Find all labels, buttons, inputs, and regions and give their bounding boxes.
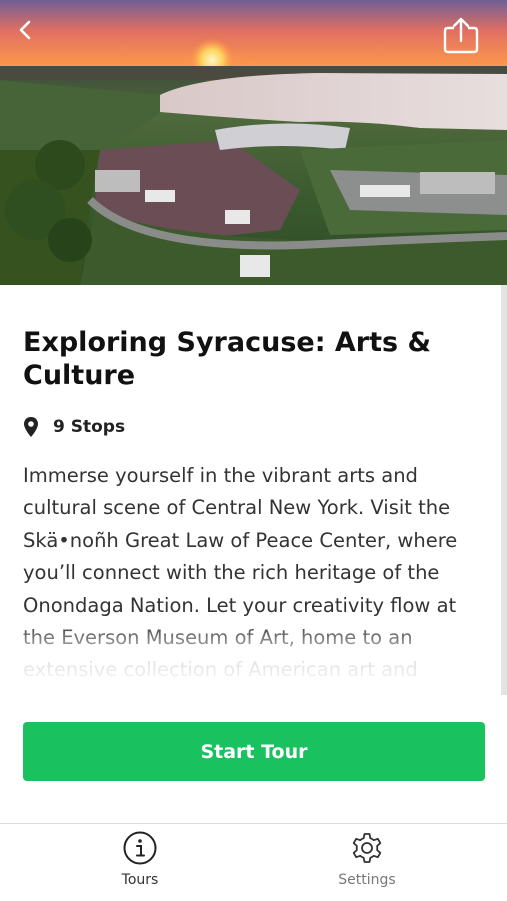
map-pin-icon <box>24 417 38 437</box>
tour-description: Immerse yourself in the vibrant arts and… <box>23 460 493 692</box>
share-button[interactable] <box>441 16 485 58</box>
chevron-left-icon <box>19 20 31 40</box>
stops-label: 9 Stops <box>53 417 126 437</box>
hero-illustration <box>0 0 507 285</box>
tab-settings[interactable]: Settings <box>297 830 437 896</box>
info-icon <box>123 831 157 865</box>
back-button[interactable] <box>14 18 54 58</box>
scrollbar[interactable] <box>501 285 507 695</box>
bottom-tab-bar: Tours Settings <box>0 823 507 901</box>
tab-tours-label: Tours <box>121 872 159 888</box>
gear-icon <box>352 833 382 863</box>
share-icon <box>443 17 479 54</box>
hero-image <box>0 0 507 285</box>
start-tour-button[interactable]: Start Tour <box>23 722 485 781</box>
tour-title: Exploring Syracuse: Arts & Culture <box>23 327 432 391</box>
description-fade <box>23 622 493 692</box>
stops-count: 9 Stops <box>23 414 125 440</box>
tab-tours[interactable]: Tours <box>70 830 210 896</box>
tab-settings-label: Settings <box>338 872 396 888</box>
